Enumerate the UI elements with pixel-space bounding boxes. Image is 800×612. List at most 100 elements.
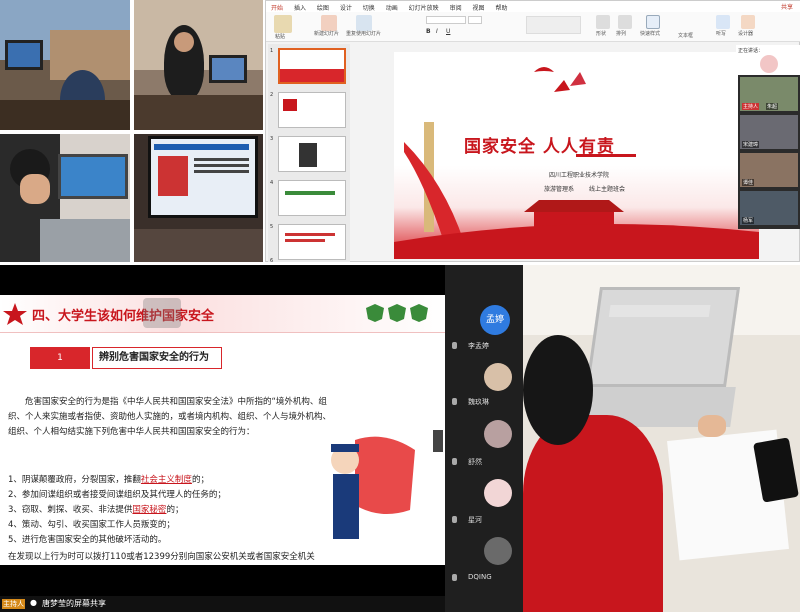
list-item: 1、阴谋颠覆政府，分裂国家，推翻社会主义制度的； [8, 475, 209, 485]
video-tile[interactable]: 杨军 [740, 191, 798, 225]
current-slide[interactable]: 国家安全 人人有责 四川工程职业技术学院 旅游管理系 线上主题班会 [394, 52, 759, 259]
paste-icon[interactable] [274, 15, 292, 33]
list-item: 3、窃取、刺探、收买、非法提供国家秘密的； [8, 505, 184, 515]
avatar[interactable]: 孟婷 [480, 305, 510, 335]
mic-icon [452, 458, 457, 465]
dictate-label: 听写 [716, 31, 727, 37]
avatar[interactable] [484, 537, 512, 565]
collapse-arrow-icon[interactable] [433, 430, 443, 452]
avatar[interactable] [484, 479, 512, 507]
student-hair [523, 335, 593, 445]
tab-view[interactable]: 视图 [473, 3, 485, 12]
police-cartoon [331, 436, 415, 539]
laptop-screen [585, 287, 741, 387]
dove-icon [570, 72, 586, 86]
screen-share-window: 四、大学生该如何维护国家安全 1 辨别危害国家安全的行为 危害国家安全的行为是指… [0, 265, 523, 612]
photo-student-laptop [0, 134, 130, 262]
speaker-panel: 正在讲话： [736, 45, 800, 75]
designer-icon[interactable] [741, 15, 755, 29]
paragraph-group[interactable] [526, 16, 581, 34]
mic-icon [452, 516, 457, 523]
textbox-label[interactable]: 文本框 [678, 32, 693, 39]
new-slide-icon[interactable] [321, 15, 337, 31]
thumb-number: 5 [270, 224, 274, 230]
report-note: 在发现以上行为时可以拨打110或者12399分别向国家公安机关或者国家安全机关进… [8, 552, 315, 562]
participant-name: 杨军 [742, 217, 755, 224]
avatar [760, 55, 778, 73]
mic-icon [452, 398, 457, 405]
reuse-slides-icon[interactable] [356, 15, 372, 31]
ribbon: 粘贴 新建幻灯片 重复使用幻灯片 B I U 形状 排列 快速样式 听写 设计器… [266, 12, 800, 42]
video-tile[interactable]: 主持人 朱超 [740, 77, 798, 111]
video-tile[interactable]: 谭佳 [740, 153, 798, 187]
tab-draw[interactable]: 绘图 [317, 3, 329, 12]
font-select[interactable] [426, 16, 466, 24]
list-item: 2、参加间谍组织或者接受间谍组织及其代理人的任务的； [8, 490, 226, 500]
slide-thumbnail-2[interactable] [278, 92, 346, 128]
designer-label: 设计器 [738, 31, 754, 37]
speaking-header: 正在讲话： [738, 48, 764, 54]
list-item: 4、策动、勾引、收买国家工作人员叛变的； [8, 520, 175, 530]
bold-icon[interactable]: B [426, 28, 431, 35]
section-title: 四、大学生该如何维护国家安全 [32, 309, 215, 324]
thumb-number: 2 [270, 92, 274, 98]
mic-icon: ● [30, 598, 37, 607]
student-figure [523, 415, 663, 612]
hand [698, 415, 726, 437]
tab-transitions[interactable]: 切换 [363, 3, 375, 12]
quick-styles-icon[interactable] [646, 15, 660, 29]
photo-monitor-closeup [134, 134, 263, 262]
ribbon-tabs: 开始 插入 绘图 设计 切换 动画 幻灯片放映 审阅 视图 帮助 共享 [266, 1, 800, 13]
slide-thumbnail-3[interactable] [278, 136, 346, 172]
photo-student-notes [523, 265, 800, 612]
dove-icon [534, 67, 554, 72]
dictate-icon[interactable] [716, 15, 730, 29]
video-tile[interactable]: 宋建璋 [740, 115, 798, 149]
slide-thumbnail-4[interactable] [278, 180, 346, 216]
tab-slideshow[interactable]: 幻灯片放映 [409, 3, 439, 12]
mic-icon [452, 574, 457, 581]
item-number-box: 1 [30, 347, 90, 369]
participant-name: 朱超 [766, 103, 779, 110]
share-button[interactable]: 共享 [781, 2, 793, 11]
font-size-select[interactable] [468, 16, 482, 24]
host-badge: 主持人 [742, 103, 760, 110]
toolbar-handle[interactable] [143, 298, 181, 328]
star-ribbon-icon [3, 303, 27, 325]
avatar[interactable] [484, 420, 512, 448]
reuse-slides-label: 重复使用幻灯片 [346, 31, 382, 37]
participant-video-list: 主持人 朱超 宋建璋 谭佳 杨军 [738, 75, 800, 229]
slide-dept: 旅游管理系 [544, 186, 575, 193]
tab-insert[interactable]: 插入 [294, 3, 306, 12]
thumb-number: 3 [270, 136, 274, 142]
powerpoint-window: 开始 插入 绘图 设计 切换 动画 幻灯片放映 审阅 视图 帮助 共享 粘贴 新… [265, 0, 800, 264]
new-slide-label: 新建幻灯片 [314, 31, 340, 37]
tab-design[interactable]: 设计 [340, 3, 352, 12]
tab-help[interactable]: 帮助 [495, 3, 507, 12]
title-divider [576, 154, 636, 157]
share-owner-label: 唐梦莹的屏幕共享 [42, 599, 106, 608]
photo-student-room [134, 0, 263, 130]
tab-review[interactable]: 审阅 [450, 3, 462, 12]
slide-thumbnail-pane: 1 2 3 4 5 6 [268, 44, 350, 264]
thumb-number: 4 [270, 180, 274, 186]
shapes-icon[interactable] [596, 15, 610, 29]
participant-name: 舒然 [468, 458, 482, 466]
host-badge: 主持人 [2, 599, 25, 609]
participant-name: 星河 [468, 516, 482, 524]
avatar[interactable] [484, 363, 512, 391]
italic-icon[interactable]: I [436, 28, 438, 35]
shared-slide: 四、大学生该如何维护国家安全 1 辨别危害国家安全的行为 危害国家安全的行为是指… [0, 295, 445, 565]
slide-meeting: 线上主题班会 [589, 186, 626, 193]
shapes-label: 形状 [596, 31, 607, 37]
underline-icon[interactable]: U [446, 28, 450, 35]
definition-paragraph: 危害国家安全的行为是指《中华人民共和国国家安全法》中所指的“境外机构、组织、个人… [8, 397, 332, 437]
participant-name: 李孟婷 [468, 342, 489, 350]
arrange-icon[interactable] [618, 15, 632, 29]
slide-thumbnail-1[interactable] [278, 48, 346, 84]
tab-animations[interactable]: 动画 [386, 3, 398, 12]
slide-school: 四川工程职业技术学院 [549, 172, 610, 179]
slide-thumbnail-5[interactable] [278, 224, 346, 260]
mic-icon [452, 342, 457, 349]
photo-student-desk [0, 0, 130, 130]
